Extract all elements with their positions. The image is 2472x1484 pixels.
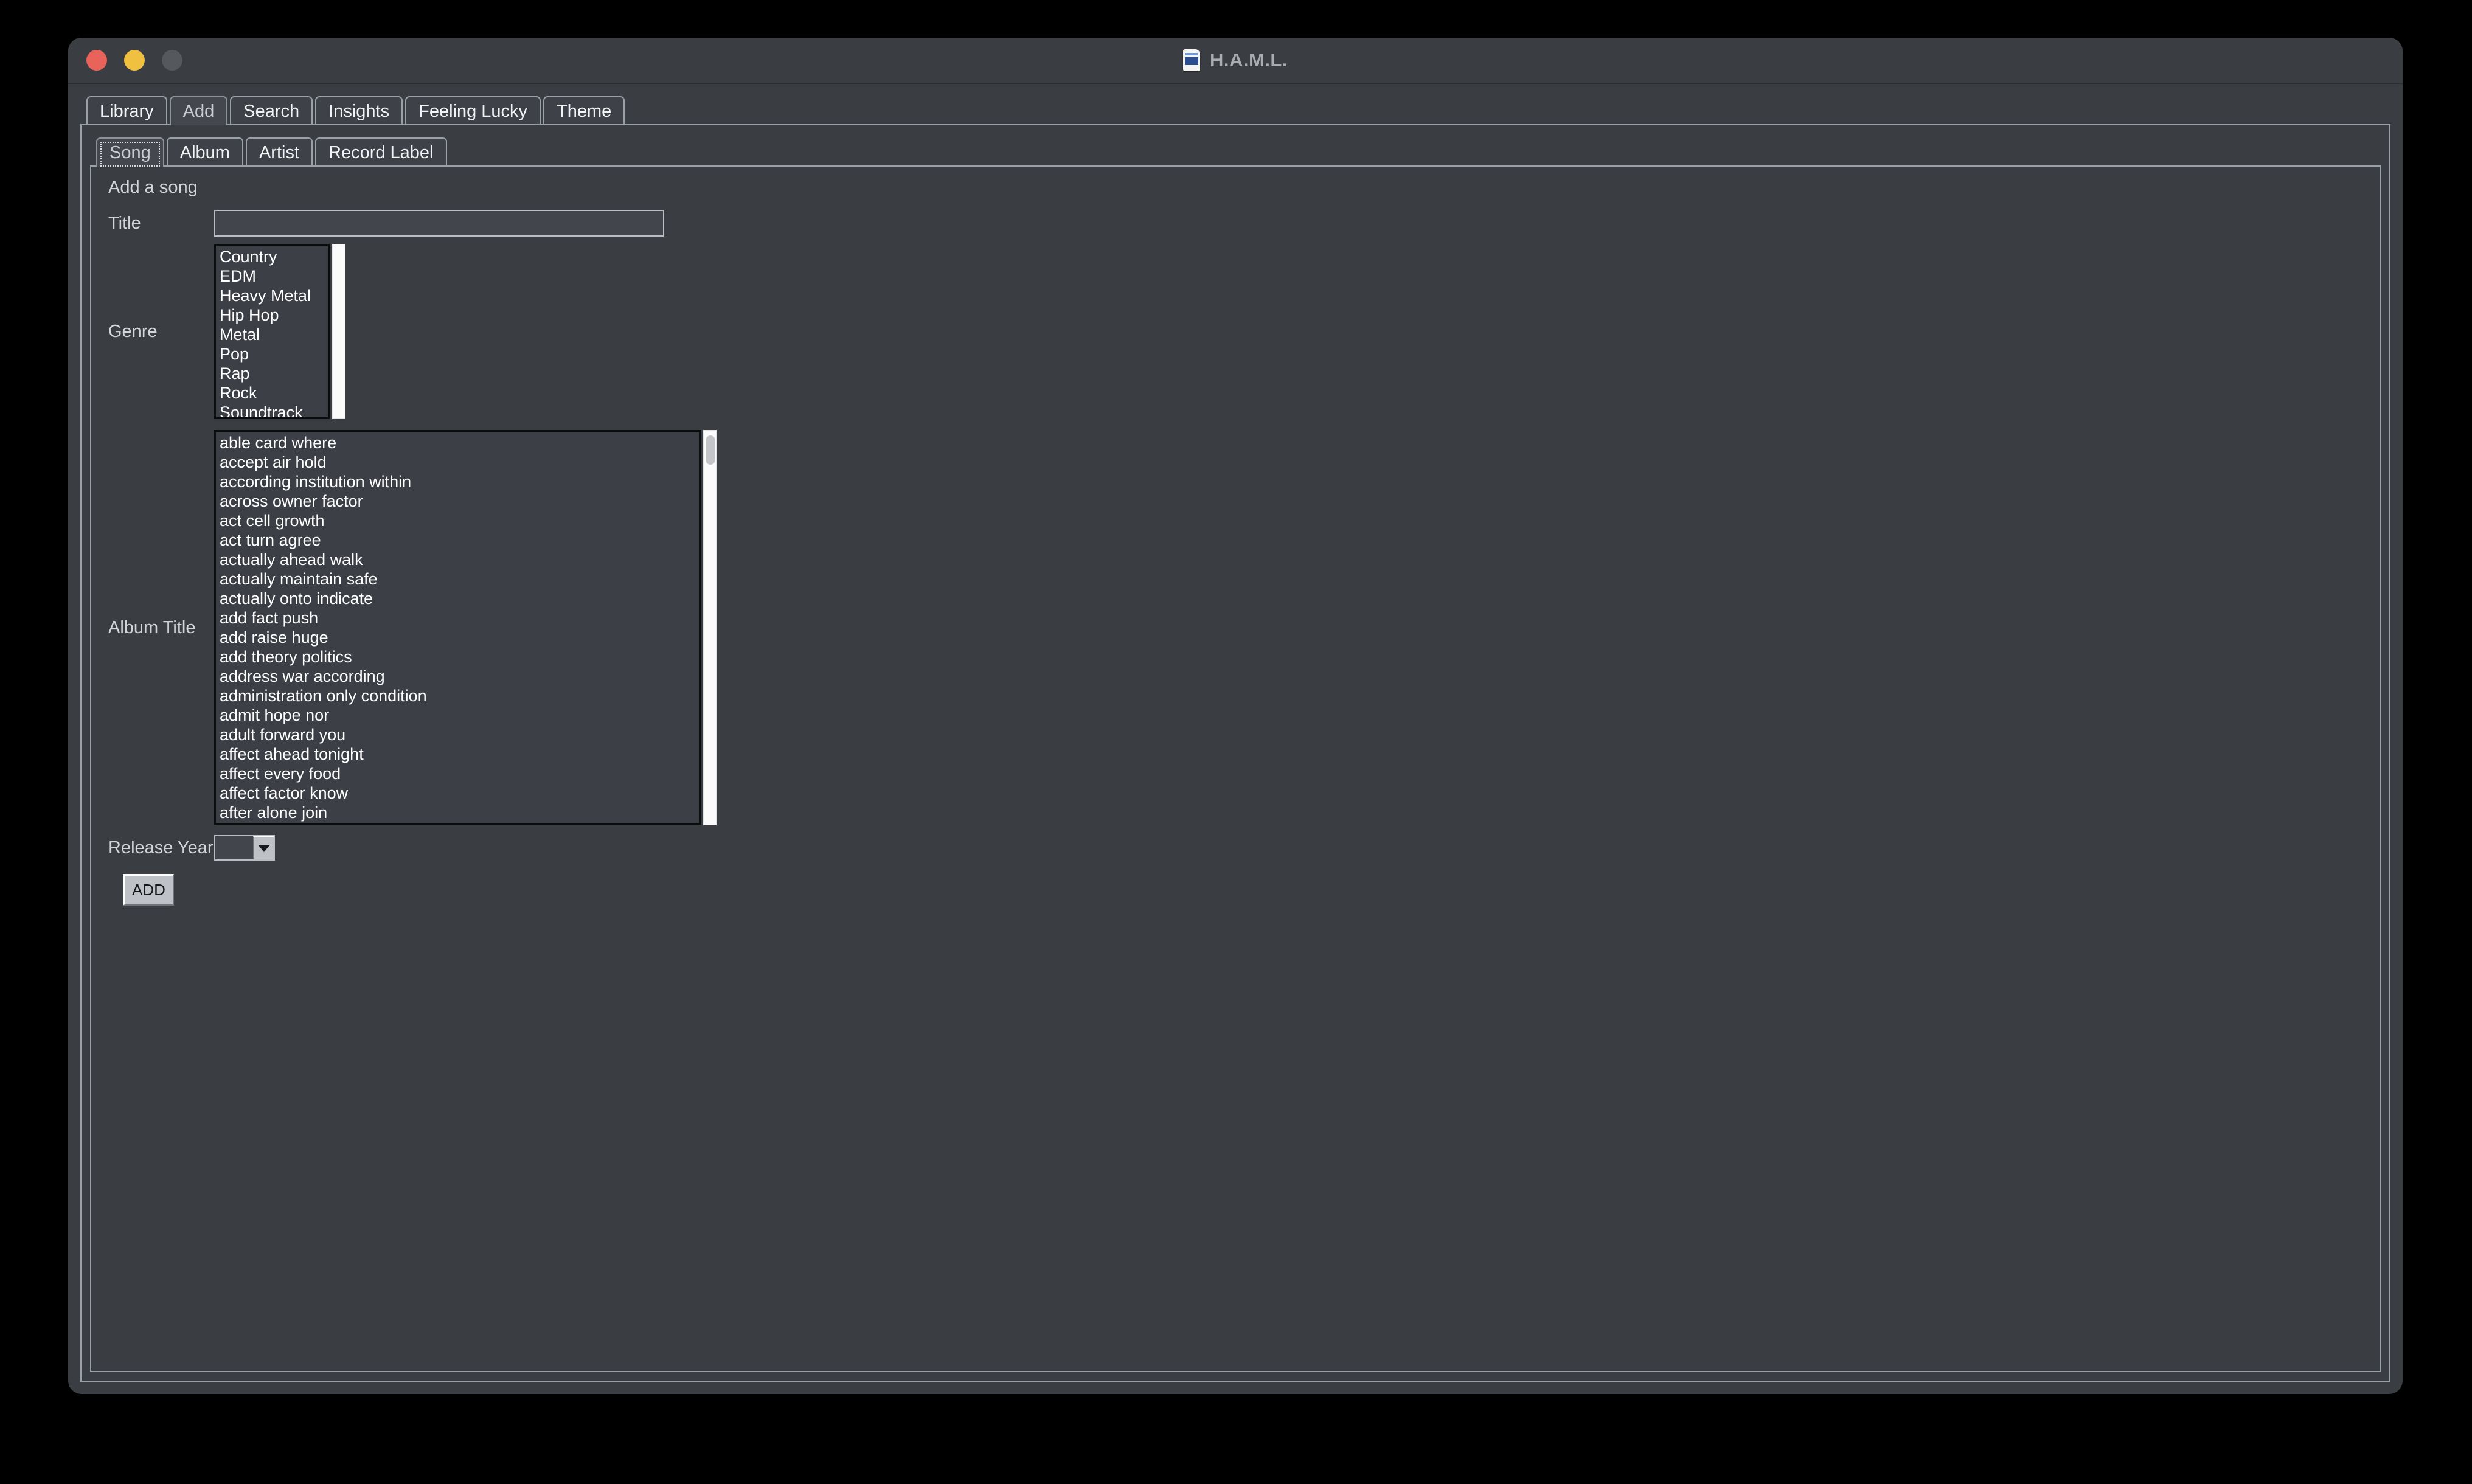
album-title-option[interactable]: actually maintain safe [217, 569, 699, 589]
album-title-option[interactable]: affect factor know [217, 783, 699, 803]
main-tabstrip: Library Add Search Insights Feeling Luck… [80, 91, 2390, 125]
album-title-option[interactable]: add raise huge [217, 628, 699, 647]
add-song-form: Add a song Title Genre Country EDM Heavy… [91, 167, 2380, 1371]
release-year-combobox[interactable] [214, 835, 275, 861]
window-titlebar: H.A.M.L. [68, 38, 2403, 84]
zoom-button[interactable] [162, 50, 182, 71]
release-year-field-row: Release Year [105, 835, 2380, 861]
desktop-background: H.A.M.L. Library Add Search Insights Fee… [0, 0, 2472, 1484]
tab-search-label: Search [243, 101, 300, 121]
form-heading: Add a song [108, 178, 198, 197]
genre-option[interactable]: EDM [217, 266, 328, 286]
album-listbox-wrap: able card where accept air hold according … [214, 430, 717, 825]
tab-artist[interactable]: Artist [245, 137, 313, 167]
minimize-button[interactable] [124, 50, 145, 71]
genre-option[interactable]: Country [217, 247, 328, 266]
album-title-option[interactable]: admit hope nor [217, 706, 699, 725]
album-title-option[interactable]: administration only condition [217, 686, 699, 706]
album-title-option[interactable]: address war according [217, 667, 699, 686]
tab-theme-label: Theme [557, 101, 612, 121]
album-title-listbox[interactable]: able card where accept air hold according … [214, 430, 701, 825]
album-title-option[interactable]: add fact push [217, 608, 699, 628]
tab-feeling-lucky[interactable]: Feeling Lucky [405, 96, 541, 125]
album-field-row: Album Title able card where accept air ho… [105, 430, 2380, 825]
tab-song[interactable]: Song [96, 137, 164, 167]
album-title-option[interactable]: affect every food [217, 764, 699, 783]
add-button-label: ADD [132, 881, 165, 899]
tab-album-label: Album [179, 142, 230, 162]
album-title-option[interactable]: after alone join [217, 803, 699, 822]
genre-listbox-wrap: Country EDM Heavy Metal Hip Hop Metal Pop Rap R… [214, 244, 345, 419]
genre-option[interactable]: Rap [217, 364, 328, 383]
main-notebook: Library Add Search Insights Feeling Luck… [80, 91, 2390, 1382]
tab-insights-label: Insights [328, 101, 390, 121]
title-field-row: Title [105, 210, 2380, 237]
application-window: H.A.M.L. Library Add Search Insights Fee… [68, 38, 2403, 1394]
title-label: Title [108, 213, 141, 233]
album-option-list: able card where accept air hold according … [216, 432, 699, 822]
chevron-down-icon[interactable] [253, 836, 274, 859]
album-title-option[interactable]: act cell growth [217, 511, 699, 530]
submit-row: ADD [105, 874, 2380, 906]
main-tab-panel: Song Album Artist Record Label Add a son… [80, 124, 2390, 1382]
tab-insights[interactable]: Insights [315, 96, 403, 125]
genre-option[interactable]: Pop [217, 344, 328, 364]
tab-album[interactable]: Album [166, 137, 243, 167]
album-title-option[interactable]: act turn agree [217, 530, 699, 550]
entity-tab-panel: Add a song Title Genre Country EDM Heavy… [90, 165, 2381, 1372]
entity-notebook: Song Album Artist Record Label Add a son… [90, 133, 2381, 1372]
release-year-label: Release Year [108, 837, 214, 858]
genre-label: Genre [108, 321, 158, 341]
album-title-option[interactable]: add theory politics [217, 647, 699, 667]
genre-listbox[interactable]: Country EDM Heavy Metal Hip Hop Metal Pop Rap R… [214, 244, 330, 419]
album-title-option[interactable]: accept air hold [217, 452, 699, 472]
album-title-option[interactable]: across owner factor [217, 491, 699, 511]
album-title-option[interactable]: actually ahead walk [217, 550, 699, 569]
genre-option[interactable]: Soundtrack [217, 403, 328, 417]
album-title-label: Album Title [108, 617, 196, 637]
genre-option-list: Country EDM Heavy Metal Hip Hop Metal Pop Rap R… [216, 246, 328, 417]
genre-option[interactable]: Hip Hop [217, 305, 328, 325]
genre-option[interactable]: Metal [217, 325, 328, 344]
tab-add-label: Add [182, 101, 215, 121]
album-scrollbar-thumb[interactable] [706, 435, 715, 465]
tab-artist-label: Artist [259, 142, 299, 162]
chevron-down-glyph [258, 845, 270, 852]
entity-tabstrip: Song Album Artist Record Label [90, 133, 2381, 167]
album-scrollbar[interactable] [703, 430, 717, 825]
window-title: H.A.M.L. [1210, 49, 1288, 71]
album-title-option[interactable]: according institution within [217, 472, 699, 491]
album-title-option[interactable]: able card where [217, 433, 699, 452]
tab-record-label-label: Record Label [328, 142, 434, 162]
add-button[interactable]: ADD [123, 874, 174, 906]
close-button[interactable] [86, 50, 107, 71]
document-icon [1183, 49, 1200, 71]
album-title-option[interactable]: adult forward you [217, 725, 699, 744]
tab-library[interactable]: Library [86, 96, 167, 125]
window-controls [86, 50, 182, 71]
genre-field-row: Genre Country EDM Heavy Metal Hip Hop Metal P… [105, 244, 2380, 419]
genre-scrollbar[interactable] [332, 244, 345, 419]
album-title-option[interactable]: affect ahead tonight [217, 744, 699, 764]
tab-search[interactable]: Search [230, 96, 313, 125]
tab-record-label[interactable]: Record Label [315, 137, 447, 167]
genre-option[interactable]: Heavy Metal [217, 286, 328, 305]
genre-option[interactable]: Rock [217, 383, 328, 403]
window-title-group: H.A.M.L. [68, 49, 2403, 71]
tab-library-label: Library [100, 101, 154, 121]
tab-song-label: Song [109, 142, 151, 162]
tab-feeling-lucky-label: Feeling Lucky [418, 101, 528, 121]
title-input[interactable] [214, 210, 664, 237]
tab-theme[interactable]: Theme [543, 96, 625, 125]
tab-add[interactable]: Add [169, 96, 228, 125]
release-year-value [215, 836, 253, 859]
album-title-option[interactable]: actually onto indicate [217, 589, 699, 608]
